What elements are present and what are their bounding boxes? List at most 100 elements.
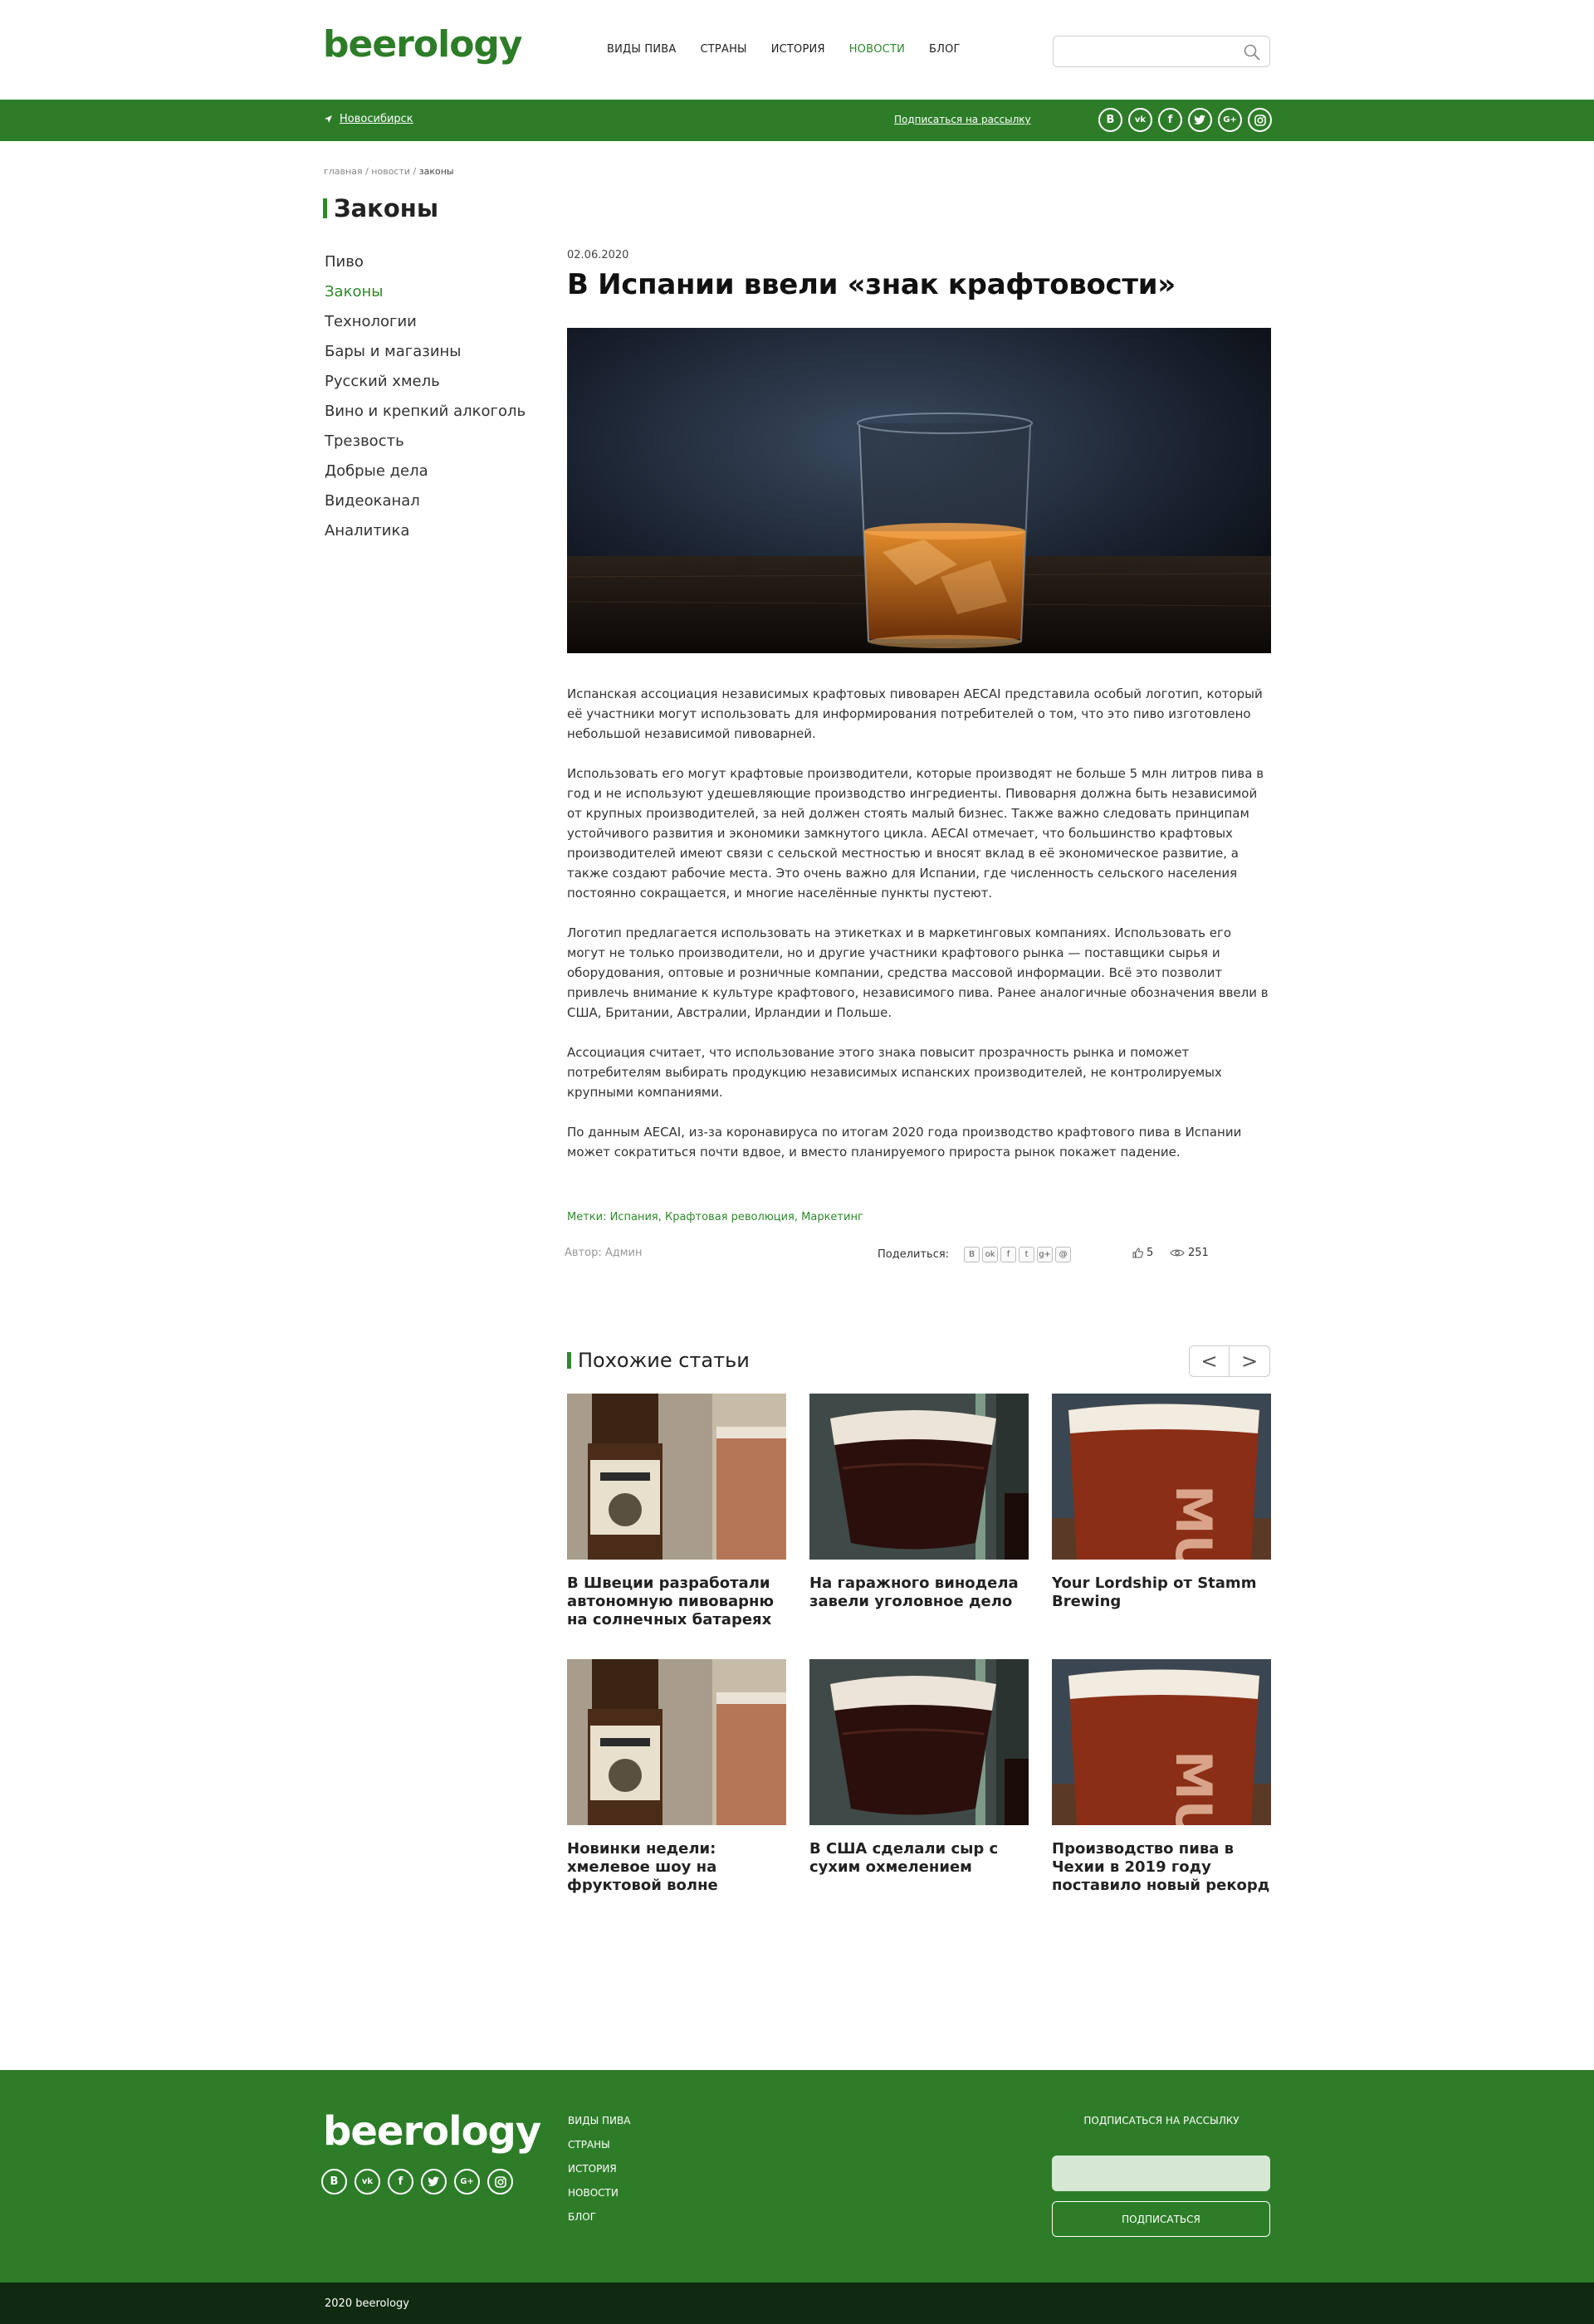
site-header: beerology ВИДЫ ПИВА СТРАНЫ ИСТОРИЯ НОВОС… [0, 0, 1594, 100]
nav-item-news[interactable]: НОВОСТИ [849, 43, 905, 56]
copyright-bar: 2020 beerology [0, 2282, 1594, 2324]
sidebar-item-video[interactable]: Видеоканал [325, 491, 526, 520]
section-title: Законы [334, 194, 439, 222]
site-footer: beerology B vk f G+ ВИДЫ ПИВА СТРАНЫ ИСТ… [0, 2070, 1594, 2282]
footer-nav-beer-types[interactable]: ВИДЫ ПИВА [568, 2115, 630, 2139]
article-paragraph: Использовать его могут крафтовые произво… [567, 766, 1264, 901]
related-card-title: В США сделали сыр с сухим охмелением [809, 1840, 999, 1876]
article-meta: Автор: Админ Поделиться: B ok f t g+ @ 5… [565, 1247, 1279, 1263]
thumbs-up-icon [1132, 1247, 1143, 1258]
site-logo[interactable]: beerology [323, 23, 523, 66]
copyright-text: 2020 beerology [325, 2297, 409, 2310]
search-box [1053, 36, 1270, 67]
nav-item-beer-types[interactable]: ВИДЫ ПИВА [607, 43, 677, 56]
vk-icon[interactable]: vk [354, 2169, 380, 2195]
nav-item-countries[interactable]: СТРАНЫ [701, 43, 747, 56]
bottle-and-glass-image [567, 1659, 786, 1825]
article-body: Испанская ассоциация независимых крафтов… [567, 684, 1273, 1182]
related-card[interactable]: В Швеции разработали автономную пивоварн… [567, 1394, 786, 1629]
google-plus-icon[interactable]: G+ [1218, 108, 1242, 132]
heading-accent-bar [323, 198, 327, 218]
related-card-title: В Швеции разработали автономную пивоварн… [567, 1575, 774, 1628]
nav-item-blog[interactable]: БЛОГ [929, 43, 961, 56]
related-card-title: Производство пива в Чехии в 2019 году по… [1052, 1840, 1270, 1894]
breadcrumb-separator: / [362, 166, 372, 177]
city-selector[interactable]: Новосибирск [324, 113, 413, 125]
footer-nav-news[interactable]: НОВОСТИ [568, 2187, 630, 2211]
sidebar-item-bars-shops[interactable]: Бары и магазины [325, 341, 526, 371]
article-author: Автор: Админ [565, 1247, 643, 1259]
sidebar-item-beer[interactable]: Пиво [325, 251, 526, 281]
share-twitter-icon[interactable]: t [1019, 1247, 1035, 1262]
breadcrumb: главная / новости / законы [324, 166, 454, 177]
heading-accent-bar [567, 1352, 571, 1369]
share-google-plus-icon[interactable]: g+ [1037, 1247, 1054, 1262]
sidebar-item-laws[interactable]: Законы [325, 281, 526, 311]
related-card-title: Новинки недели: хмелевое шоу на фруктово… [567, 1840, 718, 1894]
share-beer-icon[interactable]: B [964, 1247, 980, 1262]
sidebar-item-sobriety[interactable]: Трезвость [325, 431, 526, 461]
carousel-next-button[interactable]: > [1230, 1345, 1270, 1377]
article-paragraph: Ассоциация считает, что использование эт… [567, 1045, 1222, 1100]
carousel-prev-button[interactable]: < [1189, 1345, 1230, 1377]
instagram-icon[interactable] [487, 2169, 513, 2195]
vk-icon[interactable]: vk [1128, 108, 1152, 132]
related-card[interactable]: В США сделали сыр с сухим охмелением [809, 1659, 1029, 1877]
footer-logo[interactable]: beerology [323, 2108, 541, 2155]
related-card[interactable]: MU Производство пива в Чехии в 2019 году… [1052, 1659, 1271, 1895]
search-icon[interactable] [1243, 43, 1261, 61]
sidebar-item-analytics[interactable]: Аналитика [325, 520, 526, 550]
dark-beer-glass-image [809, 1394, 1029, 1560]
related-title: Похожие статьи [578, 1349, 750, 1372]
facebook-icon[interactable]: f [388, 2169, 413, 2195]
related-card-title: На гаражного винодела завели уголовное д… [809, 1575, 1019, 1610]
svg-text:MU: MU [1164, 1750, 1222, 1825]
related-card[interactable]: На гаражного винодела завели уголовное д… [809, 1394, 1029, 1611]
related-card[interactable]: Новинки недели: хмелевое шоу на фруктово… [567, 1659, 786, 1895]
share-odnoklassniki-icon[interactable]: ok [982, 1247, 999, 1262]
views-counter: 251 [1170, 1247, 1209, 1259]
search-input[interactable] [1054, 37, 1236, 66]
eye-icon [1170, 1249, 1185, 1257]
sidebar-item-good-deeds[interactable]: Добрые дела [325, 461, 526, 491]
likes-counter[interactable]: 5 [1132, 1247, 1153, 1259]
dark-beer-glass-image [809, 1659, 1029, 1825]
svg-text:MU: MU [1164, 1485, 1222, 1560]
instagram-icon[interactable] [1248, 108, 1272, 132]
related-card[interactable]: MU Your Lordship от Stamm Brewing [1052, 1394, 1271, 1611]
facebook-icon[interactable]: f [1158, 108, 1182, 132]
share-facebook-icon[interactable]: f [1000, 1247, 1017, 1262]
sidebar-item-russian-hops[interactable]: Русский хмель [325, 371, 526, 401]
subscribe-link[interactable]: Подписаться на рассылку [894, 114, 1031, 125]
nav-item-history[interactable]: ИСТОРИЯ [771, 43, 825, 56]
article-title: В Испании ввели «знак крафтовости» [567, 268, 1176, 301]
header-social-links: B vk f G+ [1098, 108, 1272, 132]
google-plus-icon[interactable]: G+ [454, 2169, 480, 2195]
related-card-title: Your Lordship от Stamm Brewing [1052, 1575, 1257, 1610]
sidebar-item-technologies[interactable]: Технологии [325, 311, 526, 341]
breadcrumb-current: законы [418, 166, 454, 177]
beer-social-icon[interactable]: B [321, 2169, 347, 2195]
sidebar-item-wine-spirits[interactable]: Вино и крепкий алкоголь [325, 401, 526, 431]
breadcrumb-home[interactable]: главная [324, 166, 363, 177]
breadcrumb-news[interactable]: новости [371, 166, 410, 177]
amber-beer-glass-image: MU [1052, 1394, 1271, 1560]
main-nav: ВИДЫ ПИВА СТРАНЫ ИСТОРИЯ НОВОСТИ БЛОГ [607, 43, 985, 56]
share-block: Поделиться: B ok f t g+ @ [878, 1247, 1072, 1262]
footer-nav-history[interactable]: ИСТОРИЯ [568, 2163, 630, 2187]
related-carousel-controls: < > [1189, 1345, 1270, 1377]
footer-subscribe-title: ПОДПИСАТЬСЯ НА РАССЫЛКУ [1083, 2115, 1240, 2126]
bottle-and-glass-image [567, 1394, 786, 1560]
article-header: 02.06.2020 В Испании ввели «знак крафтов… [567, 249, 1271, 301]
share-mail-icon[interactable]: @ [1055, 1247, 1072, 1262]
twitter-icon[interactable] [421, 2169, 447, 2195]
footer-subscribe-button[interactable]: ПОДПИСАТЬСЯ [1052, 2201, 1270, 2237]
share-icons: B ok f t g+ @ [964, 1247, 1072, 1262]
article-tags[interactable]: Метки: Испания, Крафтовая революция, Мар… [567, 1211, 863, 1223]
beer-social-icon[interactable]: B [1098, 108, 1122, 132]
footer-email-input[interactable] [1052, 2156, 1270, 2191]
article-paragraph: Логотип предлагается использовать на эти… [567, 925, 1269, 1020]
twitter-icon[interactable] [1188, 108, 1212, 132]
footer-nav-blog[interactable]: БЛОГ [568, 2211, 630, 2235]
footer-nav-countries[interactable]: СТРАНЫ [568, 2139, 630, 2163]
